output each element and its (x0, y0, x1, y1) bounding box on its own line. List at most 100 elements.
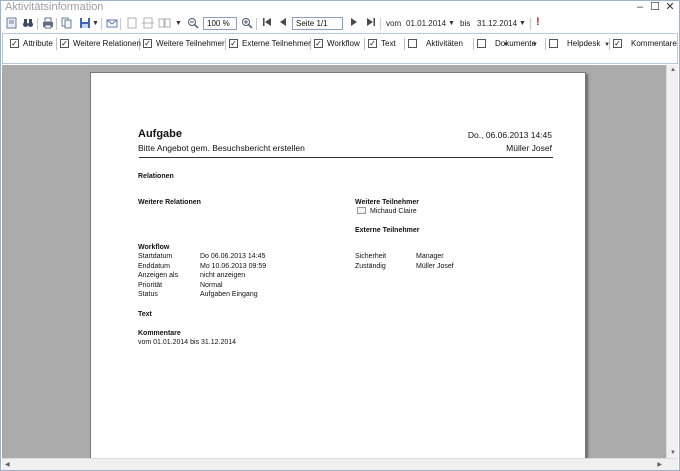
kommentare-range: vom 01.01.2014 bis 31.12.2014 (138, 339, 237, 346)
workflow-field-value: Aufgaben Eingang (200, 291, 258, 298)
toolbar-separator (56, 18, 57, 30)
document-owner: Müller Josef (506, 143, 552, 153)
alert-icon[interactable]: ! (536, 16, 540, 28)
workflow-field-label: Status (138, 291, 158, 298)
filter-item[interactable]: ✓ Kommentare (613, 38, 680, 50)
report-page: Aufgabe Do., 06.06.2013 14:45 Bitte Ange… (90, 72, 586, 458)
to-date-field[interactable]: 31.12.2014 (477, 18, 517, 30)
toolbar-separator (101, 18, 102, 30)
toolbar-separator (530, 18, 531, 30)
from-label: vom (386, 19, 402, 28)
workflow-right-value: Müller Josef (416, 262, 454, 270)
zoom-in-icon[interactable] (240, 17, 253, 31)
page-input[interactable]: Seite 1/1 (292, 17, 343, 30)
filter-label: Workflow (327, 39, 360, 48)
filter-dropdown-icon[interactable]: ▼ (532, 39, 538, 51)
workflow-field-value: Do 06.06.2013 14:45 (200, 253, 266, 260)
report-window: Aktivitätsinformation – ☐ ✕ ▼ ▼ 100 % Se… (0, 0, 680, 471)
zoom-input[interactable]: 100 % (203, 17, 237, 30)
section-weitere-teilnehmer: Weitere Teilnehmer (355, 199, 419, 206)
scroll-right-icon[interactable]: ▶ (657, 461, 662, 468)
report-preview-area[interactable]: Aufgabe Do., 06.06.2013 14:45 Bitte Ange… (2, 65, 666, 458)
filter-item[interactable]: ✓ Weitere Relationen (60, 38, 141, 50)
filter-label: Weitere Relationen (73, 39, 141, 48)
filter-checkbox[interactable]: ✓ (314, 39, 323, 48)
email-icon[interactable] (105, 17, 118, 31)
binoculars-icon[interactable] (21, 17, 34, 31)
section-relationen: Relationen (138, 173, 174, 180)
filter-dropdown-icon[interactable]: ▼ (604, 39, 610, 51)
print-icon[interactable] (41, 17, 54, 31)
document-heading: Aufgabe (138, 128, 182, 140)
filter-label: Externe Teilnehmer (242, 39, 311, 48)
close-button[interactable]: ✕ (663, 1, 677, 14)
to-date-dropdown-icon[interactable]: ▼ (519, 18, 526, 30)
to-label: bis (460, 19, 471, 28)
first-page-icon[interactable] (260, 17, 273, 31)
workflow-field-label: Startdatum (138, 253, 173, 260)
multi-page-icon[interactable] (158, 17, 171, 31)
previous-page-icon[interactable] (276, 17, 289, 31)
toolbar: ▼ ▼ 100 % Seite 1/1 vom 01.01.2014 ▼ bis… (1, 16, 679, 32)
open-icon[interactable] (5, 17, 18, 31)
save-icon[interactable] (78, 17, 91, 31)
title-bar: Aktivitätsinformation – ☐ ✕ (1, 1, 679, 15)
last-page-icon[interactable] (364, 17, 377, 31)
toolbar-separator (256, 18, 257, 30)
workflow-field-value: Normal (200, 281, 223, 289)
person-card-icon (357, 207, 366, 214)
from-date-field[interactable]: 01.01.2014 (406, 18, 446, 30)
view-dropdown-icon[interactable]: ▼ (175, 18, 182, 30)
filter-label: Helpdesk (567, 39, 601, 48)
filter-label: Text (381, 39, 396, 48)
filter-item[interactable]: ✓ Externe Teilnehmer (229, 38, 311, 50)
workflow-right-label: Sicherheit (355, 253, 387, 260)
workflow-field-value: nicht anzeigen (200, 272, 246, 279)
filter-checkbox[interactable] (549, 39, 558, 48)
toolbar-separator (120, 18, 121, 30)
vertical-scrollbar[interactable]: ▲ ▼ (666, 65, 678, 458)
teilnehmer-name: Michaud Claire (370, 208, 417, 215)
from-date-dropdown-icon[interactable]: ▼ (448, 18, 455, 30)
workflow-right-label: Zuständig (355, 262, 386, 270)
filter-checkbox[interactable]: ✓ (143, 39, 152, 48)
copy-icon[interactable] (60, 17, 73, 31)
section-kommentare: Kommentare (138, 330, 181, 337)
section-weitere-relationen: Weitere Relationen (138, 199, 201, 206)
filter-checkbox[interactable]: ✓ (60, 39, 69, 48)
filter-checkbox[interactable] (408, 39, 417, 48)
document-subject: Bitte Angebot gem. Besuchsbericht erstel… (138, 143, 305, 153)
filter-item[interactable]: ✓ Weitere Teilnehmer (143, 38, 225, 50)
workflow-field-value: Mo 10.06.2013 09:59 (200, 262, 267, 270)
scroll-up-icon[interactable]: ▲ (670, 67, 676, 73)
workflow-right-value: Manager (416, 253, 444, 260)
filter-label: Dokumente (495, 39, 536, 48)
section-workflow: Workflow (138, 244, 170, 251)
filter-separator (225, 38, 226, 50)
heading-divider (139, 157, 553, 158)
filter-label: Attribute (23, 39, 53, 48)
filter-label: Weitere Teilnehmer (156, 39, 225, 48)
save-dropdown-icon[interactable]: ▼ (92, 18, 99, 30)
filter-label: Kommentare (631, 39, 677, 48)
filter-checkbox[interactable] (477, 39, 486, 48)
workflow-field-label: Priorität (138, 281, 163, 289)
filter-checkbox[interactable]: ✓ (613, 39, 622, 48)
maximize-button[interactable]: ☐ (648, 1, 662, 14)
filter-item[interactable]: Aktivitäten (408, 38, 478, 50)
next-page-icon[interactable] (347, 17, 360, 31)
toolbar-separator (37, 18, 38, 30)
scroll-down-icon[interactable]: ▼ (670, 450, 676, 456)
scroll-left-icon[interactable]: ◀ (5, 461, 10, 468)
page-width-icon[interactable] (141, 17, 154, 31)
filter-bar: ✓ Attribute ✓ Weitere Relationen ✓ Weitere Te… (2, 33, 678, 64)
single-page-icon[interactable] (125, 17, 138, 31)
minimize-button[interactable]: – (633, 1, 647, 14)
zoom-out-icon[interactable] (186, 17, 199, 31)
horizontal-scrollbar[interactable]: ◀ ▶ (2, 458, 678, 470)
filter-checkbox[interactable]: ✓ (229, 39, 238, 48)
document-date: Do., 06.06.2013 14:45 (467, 130, 552, 140)
toolbar-separator (380, 18, 381, 30)
filter-checkbox[interactable]: ✓ (10, 39, 19, 48)
filter-checkbox[interactable]: ✓ (368, 39, 377, 48)
